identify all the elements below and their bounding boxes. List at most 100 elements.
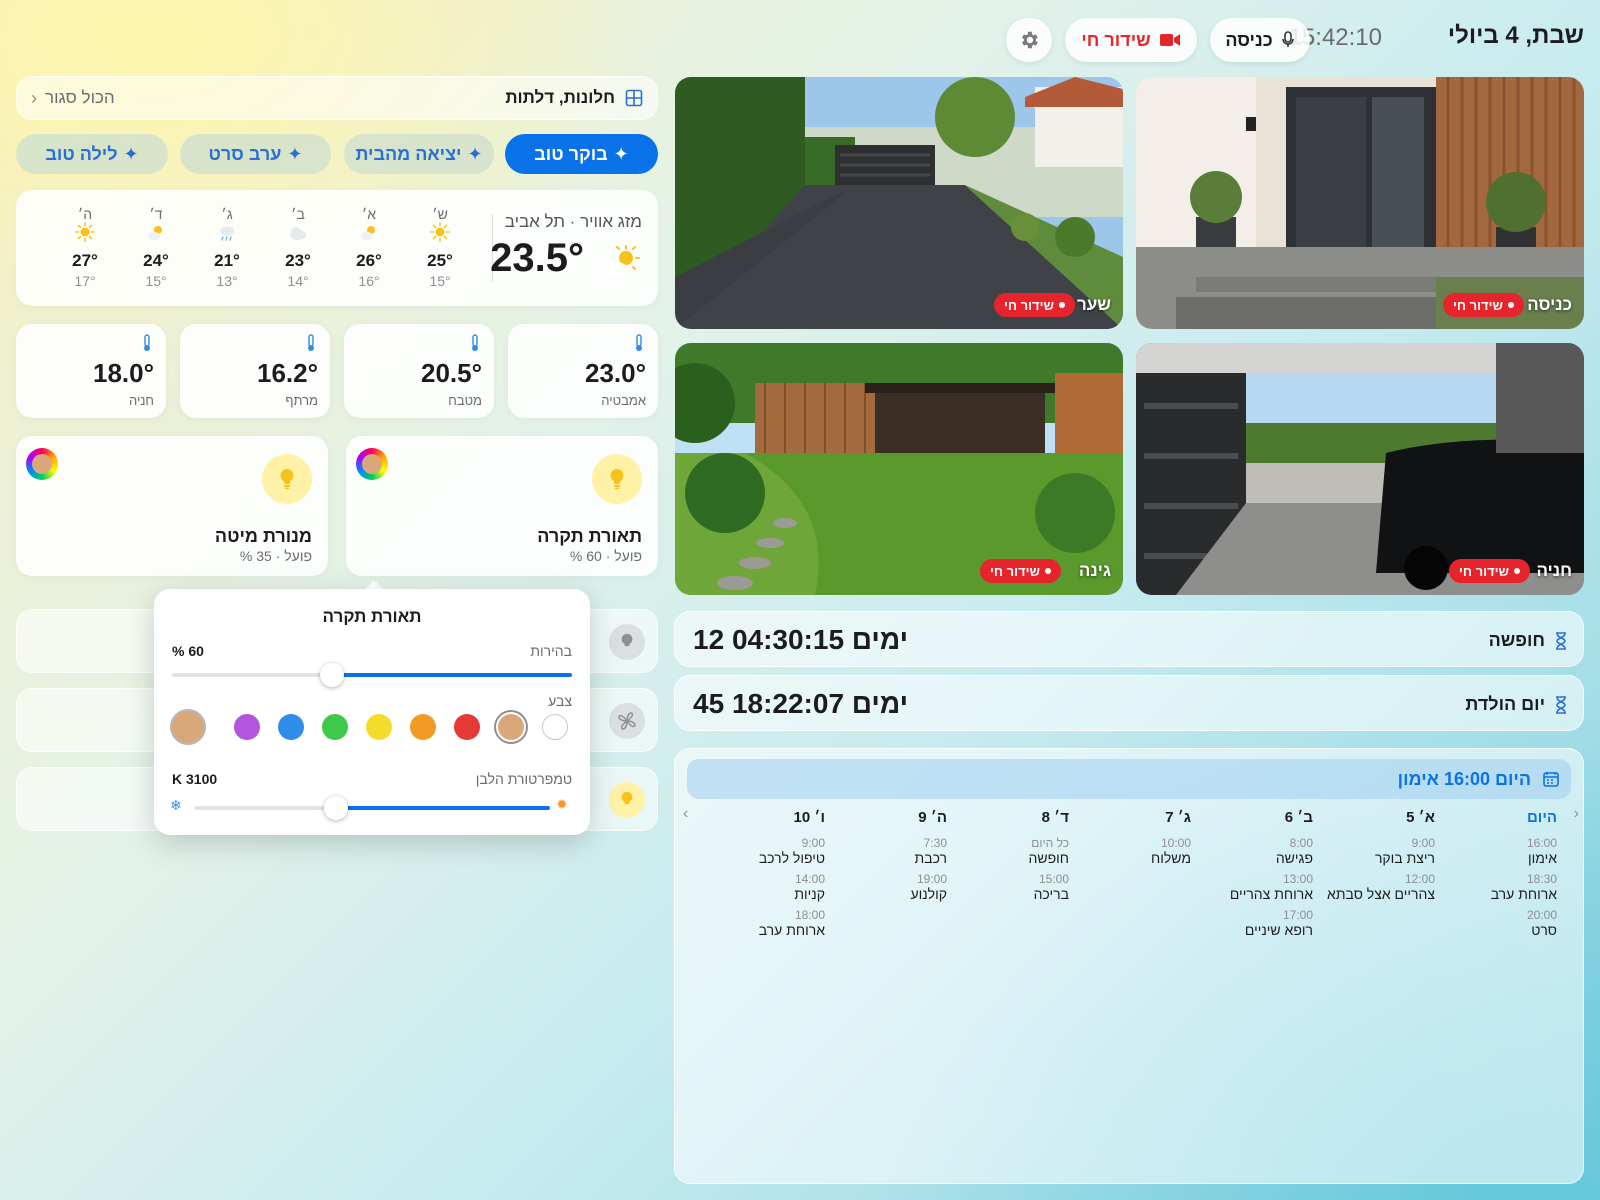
calendar-card: היום 16:00 אימון › ‹ היום 16:00 אימון 18:30… (674, 748, 1584, 1184)
forecast-low: 14° (287, 273, 309, 289)
live-stream-button[interactable]: שידור חי (1065, 18, 1197, 62)
camera-entrance[interactable]: כניסה שידור חי (1136, 77, 1584, 329)
countdown-value: 12 ימים 04:30:15 (693, 624, 909, 655)
forecast-day-label: ש׳ (432, 206, 448, 222)
calendar-icon (1543, 772, 1559, 787)
color-wheel-icon[interactable] (26, 448, 58, 480)
calendar-event[interactable]: 19:00 קולנוע (827, 872, 947, 902)
calendar-event[interactable]: כל היום חופשה (949, 836, 1069, 866)
scene-good-morning-button[interactable]: ✦ בוקר טוב (505, 134, 658, 174)
calendar-day-column[interactable]: היום 16:00 אימון 18:30 ארוחת ערב 20:00 סרט (1437, 809, 1557, 944)
calendar-event[interactable]: 8:00 פגישה (1193, 836, 1313, 866)
calendar-day-column[interactable]: ו׳ 10 9:00 טיפול לרכב 14:00 קניות 18:00 ארוחת … (705, 809, 825, 944)
scene-leaving-home-button[interactable]: ✦ יציאה מהבית (344, 134, 494, 174)
lightbulb-icon (621, 633, 633, 647)
calendar-day-column[interactable]: ה׳ 9 7:30 רכבת 19:00 קולנוע (827, 809, 947, 908)
color-swatch[interactable] (454, 714, 480, 740)
countdown-vacation[interactable]: חופשה 12 ימים 04:30:15 (674, 611, 1584, 667)
camera-gate[interactable]: שער שידור חי (675, 77, 1123, 329)
event-title: פגישה (1275, 850, 1313, 866)
sparkle-icon: ✦ (467, 143, 483, 164)
color-wheel-icon[interactable] (356, 448, 388, 480)
sun-icon (430, 222, 450, 242)
calendar-day-column[interactable]: ד׳ 8 כל היום חופשה 15:00 בריכה (949, 809, 1069, 908)
event-title: ארוחת צהריים (1229, 886, 1313, 902)
light-toggle[interactable] (262, 454, 312, 504)
calendar-day-column[interactable]: א׳ 5 9:00 ריצת בוקר 12:00 צהריים אצל סבתא (1315, 809, 1435, 908)
hourglass-icon (1556, 696, 1566, 714)
event-time: 13:00 (1282, 872, 1313, 886)
forecast-low: 13° (216, 273, 238, 289)
camera-garden[interactable]: גינה שידור חי (675, 343, 1123, 595)
temperature-tile-bathroom[interactable]: 23.0° אמבטיה (508, 324, 658, 418)
brightness-slider-handle[interactable] (320, 663, 344, 687)
event-time: 9:00 (1411, 836, 1435, 850)
calendar-day-label: ה׳ 9 (918, 809, 947, 826)
event-title: משלוח (1151, 850, 1191, 866)
color-swatch[interactable] (410, 714, 436, 740)
white-temperature-slider-fill (336, 806, 550, 810)
forecast-high: 27° (72, 251, 98, 270)
forecast-day-label: א׳ (361, 206, 377, 222)
light-tile-bedside[interactable]: מנורת מיטה פועל · 35 % (16, 436, 328, 576)
light-tile-ceiling[interactable]: תאורת תקרה פועל · 60 % (346, 436, 658, 576)
scene-movie-night-button[interactable]: ✦ ערב סרט (180, 134, 331, 174)
partly-sunny-icon (601, 245, 640, 278)
calendar-event[interactable]: 12:00 צהריים אצל סבתא (1315, 872, 1435, 902)
room-label: מטבח (448, 393, 482, 408)
openings-status-card[interactable]: חלונות, דלתות הכול סגור ‹ (16, 76, 658, 120)
calendar-event[interactable]: 14:00 קניות (705, 872, 825, 902)
calendar-event[interactable]: 9:00 ריצת בוקר (1315, 836, 1435, 866)
weather-card[interactable]: מזג אוויר · תל אביב 23.5° ש׳ 25° 15° א׳ … (16, 190, 658, 306)
event-title: טיפול לרכב (758, 850, 825, 866)
video-camera-icon (1159, 34, 1180, 46)
white-temperature-slider[interactable] (194, 796, 550, 820)
calendar-event[interactable]: 20:00 סרט (1437, 908, 1557, 938)
calendar-prev-button[interactable]: ‹ (683, 805, 688, 823)
temperature-tile-kitchen[interactable]: 20.5° מטבח (344, 324, 494, 418)
calendar-day-label: היום (1527, 809, 1557, 826)
light-toggle[interactable] (592, 454, 642, 504)
lightbulb-icon (610, 468, 624, 490)
countdown-birthday[interactable]: יום הולדת 45 ימים 18:22:07 (674, 675, 1584, 731)
forecast-high: 25° (427, 251, 453, 270)
color-swatch[interactable] (366, 714, 392, 740)
calendar-event[interactable]: 10:00 משלוח (1071, 836, 1191, 866)
forecast-low: 16° (358, 273, 380, 289)
intercom-entry-button[interactable]: כניסה (1210, 18, 1310, 62)
calendar-event[interactable]: 18:00 ארוחת ערב (705, 908, 825, 938)
color-swatch[interactable] (322, 714, 348, 740)
calendar-event[interactable]: 17:00 רופא שיניים (1193, 908, 1313, 938)
color-swatch[interactable] (234, 714, 260, 740)
event-time: 18:00 (794, 908, 825, 922)
color-swatch[interactable] (278, 714, 304, 740)
calendar-event[interactable]: 16:00 אימון (1437, 836, 1557, 866)
sparkle-icon: ✦ (613, 143, 629, 164)
calendar-day-column[interactable]: ג׳ 7 10:00 משלוח (1071, 809, 1191, 872)
camera-garage[interactable]: חניה שידור חי (1136, 343, 1584, 595)
live-button-label: שידור חי (1081, 29, 1151, 50)
calendar-event[interactable]: 7:30 רכבת (827, 836, 947, 866)
white-temperature-slider-handle[interactable] (324, 796, 349, 820)
settings-button[interactable] (1006, 18, 1052, 62)
event-title: בריכה (1033, 886, 1069, 902)
calendar-next-button[interactable]: › (1574, 805, 1579, 823)
event-title: רכבת (914, 850, 947, 866)
camera-feed-gate (675, 77, 1123, 329)
brightness-slider[interactable] (172, 663, 572, 687)
calendar-event[interactable]: 15:00 בריכה (949, 872, 1069, 902)
color-swatch[interactable] (542, 714, 568, 740)
calendar-event[interactable]: 13:00 ארוחת צהריים (1193, 872, 1313, 902)
forecast-day-label: ב׳ (291, 206, 305, 222)
color-swatch[interactable] (498, 714, 524, 740)
calendar-event[interactable]: 18:30 ארוחת ערב (1437, 872, 1557, 902)
temperature-tile-basement[interactable]: 16.2° מרתף (180, 324, 330, 418)
calendar-event[interactable]: 9:00 טיפול לרכב (705, 836, 825, 866)
scene-label: יציאה מהבית (355, 143, 462, 164)
calendar-next-event-banner[interactable]: היום 16:00 אימון (687, 759, 1571, 799)
calendar-day-column[interactable]: ב׳ 6 8:00 פגישה 13:00 ארוחת צהריים 17:00 רופא … (1193, 809, 1313, 944)
thermometer-icon (308, 334, 314, 351)
brightness-value: 60 % (172, 643, 204, 659)
scene-good-night-button[interactable]: ✦ לילה טוב (16, 134, 168, 174)
temperature-tile-garage[interactable]: 18.0° חניה (16, 324, 166, 418)
